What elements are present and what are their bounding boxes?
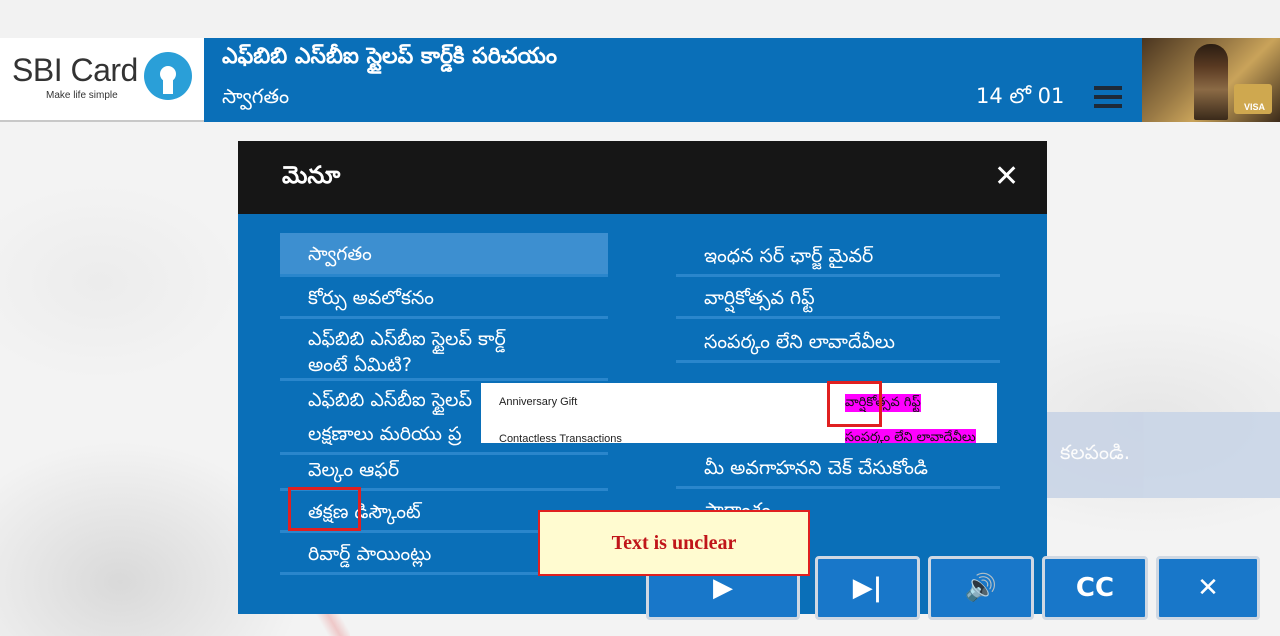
menu-title: మెనూ (282, 161, 341, 189)
error-highlight-box (288, 487, 361, 531)
error-highlight-box (827, 381, 882, 427)
menu-header: మెనూ ✕ (238, 141, 1047, 214)
next-button[interactable]: ▶| (815, 556, 920, 620)
skip-next-icon: ▶| (852, 573, 883, 603)
exit-button[interactable]: ✕ (1156, 556, 1260, 620)
person-figure (1194, 44, 1228, 120)
menu-item-fuel-surcharge[interactable]: ఇంధన సర్ ఛార్జ్ మైవర్ (676, 239, 1000, 277)
logo-keyhole-icon (144, 52, 192, 100)
close-icon: ✕ (1197, 573, 1219, 603)
menu-item-course-overview[interactable]: కోర్సు అవలోకనం (280, 281, 608, 319)
page-counter: 14 లో 01 (976, 84, 1065, 108)
sbi-card-logo: SBI Card Make life simple (0, 38, 204, 122)
caption-line-english-2: Contactless Transactions (499, 433, 622, 443)
caption-comparison-overlay: Anniversary Gift Contactless Transaction… (481, 383, 997, 443)
menu-item-anniversary-gift[interactable]: వార్షికోత్సవ గిఫ్ట్ (676, 281, 1000, 319)
cc-icon: CC (1075, 573, 1115, 603)
menu-item-welcome-offer[interactable]: వెల్కం ఆఫర్ (280, 453, 608, 491)
course-header: SBI Card Make life simple ఎఫ్‌బిబి ఎస్‌బ… (0, 38, 1280, 122)
menu-item-check-understanding[interactable]: మీ అవగాహనని చెక్ చేసుకోండి (676, 451, 1000, 489)
audio-button[interactable]: 🔊 (928, 556, 1034, 620)
title-bar: ఎఫ్‌బిబి ఎస్‌బీఐ స్టైలప్ కార్డ్‌కి పరిచయ… (204, 38, 1142, 122)
menu-item-what-is-card[interactable]: ఎఫ్‌బిబి ఎస్‌బీఐ స్టైలప్ కార్డ్ అంటే ఏమి… (280, 323, 608, 381)
logo-text: SBI Card (12, 52, 138, 88)
speaker-icon: 🔊 (964, 573, 998, 603)
caption-line-telugu-2: సంపర్కం లేని లావాదేవీలు (845, 429, 976, 443)
course-title: ఎఫ్‌బిబి ఎస్‌బీఐ స్టైలప్ కార్డ్‌కి పరిచయ… (222, 44, 558, 69)
menu-close-icon[interactable]: ✕ (994, 159, 1019, 194)
card-thumbnail-image: VISA (1142, 38, 1280, 122)
visa-logo: VISA (1244, 102, 1266, 112)
menu-item-welcome[interactable]: స్వాగతం (280, 233, 608, 277)
slide-title: స్వాగతం (222, 84, 290, 108)
menu-hamburger-icon[interactable] (1094, 86, 1122, 108)
caption-line-english-1: Anniversary Gift (499, 396, 578, 408)
background-banner: కలపండి. (1040, 412, 1280, 498)
menu-item-contactless[interactable]: సంపర్కం లేని లావాదేవీలు (676, 325, 1000, 363)
background-banner-text: కలపండి. (1060, 440, 1131, 464)
cc-button[interactable]: CC (1042, 556, 1148, 620)
logo-tagline: Make life simple (46, 90, 118, 101)
unclear-text-annotation: Text is unclear (538, 510, 810, 576)
